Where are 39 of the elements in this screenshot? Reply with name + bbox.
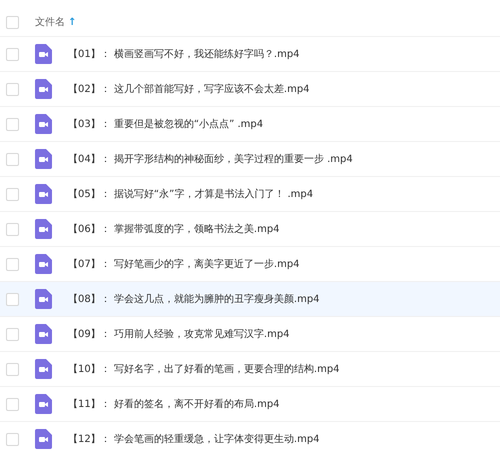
- checkbox[interactable]: [6, 258, 19, 270]
- file-name[interactable]: 【11】： 好看的签名，离不开好看的布局.mp4: [68, 397, 280, 411]
- file-row[interactable]: 【08】： 学会这几点，就能为臃肿的丑字瘦身美颜.mp4: [0, 282, 500, 317]
- video-file-icon: [35, 254, 52, 274]
- checkbox[interactable]: [6, 82, 19, 96]
- checkbox[interactable]: [6, 222, 19, 236]
- file-name[interactable]: 【02】： 这几个部首能写好，写字应该不会太差.mp4: [68, 82, 310, 96]
- video-file-icon: [35, 44, 52, 64]
- video-file-icon: [35, 114, 52, 134]
- checkbox[interactable]: [6, 398, 19, 410]
- checkbox[interactable]: [6, 432, 19, 446]
- file-name[interactable]: 【09】： 巧用前人经验，攻克常见难写汉字.mp4: [68, 327, 290, 341]
- video-file-icon: [35, 324, 52, 344]
- file-name[interactable]: 【08】： 学会这几点，就能为臃肿的丑字瘦身美颜.mp4: [68, 292, 320, 306]
- video-file-icon: [35, 184, 52, 204]
- checkbox[interactable]: [6, 362, 19, 376]
- file-name[interactable]: 【07】： 写好笔画少的字，离美字更近了一步.mp4: [68, 257, 300, 271]
- checkbox[interactable]: [6, 16, 19, 28]
- video-file-icon: [35, 149, 52, 169]
- checkbox[interactable]: [6, 292, 19, 306]
- checkbox[interactable]: [6, 48, 19, 60]
- column-header[interactable]: 文件名: [35, 15, 65, 29]
- file-name[interactable]: 【10】： 写好名字，出了好看的笔画，更要合理的结构.mp4: [68, 362, 340, 376]
- video-file-icon: [35, 359, 52, 379]
- file-name[interactable]: 【06】： 掌握带弧度的字，领略书法之美.mp4: [68, 222, 280, 236]
- file-name[interactable]: 【04】： 揭开字形结构的神秘面纱，美字过程的重要一步 .mp4: [68, 152, 353, 166]
- file-name[interactable]: 【05】： 据说写好“永”字，才算是书法入门了！ .mp4: [68, 187, 314, 201]
- video-file-icon: [35, 394, 52, 414]
- file-name[interactable]: 【12】： 学会笔画的轻重缓急，让字体变得更生动.mp4: [68, 432, 320, 446]
- video-file-icon: [35, 219, 52, 239]
- video-file-icon: [35, 79, 52, 99]
- video-file-icon: [35, 429, 52, 449]
- checkbox[interactable]: [6, 152, 19, 166]
- checkbox[interactable]: [6, 328, 19, 340]
- video-file-icon: [35, 289, 52, 309]
- checkbox[interactable]: [6, 188, 19, 200]
- file-name[interactable]: 【03】： 重要但是被忽视的“小点点” .mp4: [68, 117, 264, 131]
- checkbox[interactable]: [6, 118, 19, 130]
- file-name[interactable]: 【01】： 横画竖画写不好，我还能练好字吗？.mp4: [68, 47, 300, 61]
